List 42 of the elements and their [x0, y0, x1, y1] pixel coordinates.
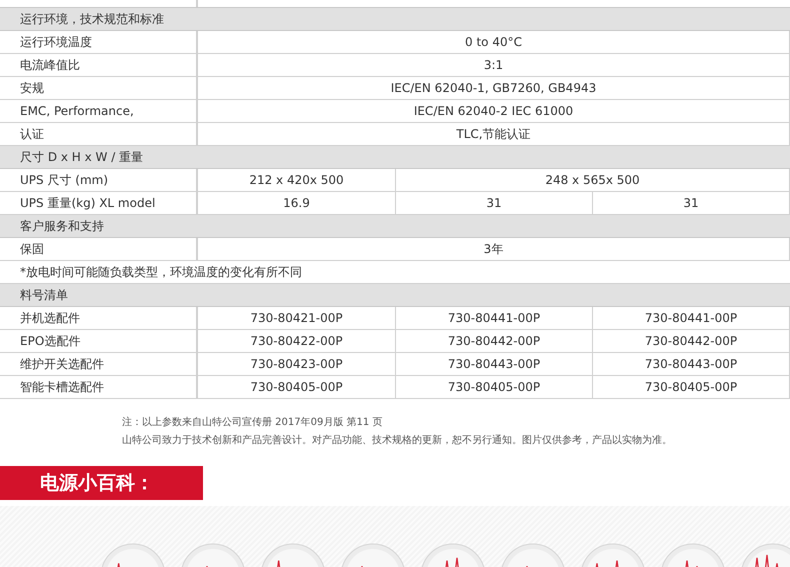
footnote-text: 山特公司致力于技术创新和产品完善设计。对产品功能、技术规格的更新，恕不另行通知。图片仅供参考，产品以实物为准。	[122, 434, 673, 448]
row-label: 维护开关选配件	[0, 353, 198, 376]
banner-title: 电源小百科：	[40, 470, 154, 496]
table-cell: 730-80442-00P	[396, 330, 593, 353]
table-cell: 0 to 40°C	[198, 31, 790, 54]
table-cell: 3年	[198, 238, 790, 261]
row-label: UPS 尺寸 (mm)	[0, 169, 198, 192]
table-cell: 31	[396, 192, 593, 215]
table-cell: IEC/EN 62040-2 IEC 61000	[198, 100, 790, 123]
row-label: 保固	[0, 238, 198, 261]
row-label: 认证	[0, 123, 198, 146]
table-cell: 730-80443-00P	[396, 353, 593, 376]
table-cell: 3:1	[198, 54, 790, 77]
section-header: 运行环境，技术规范和标准	[0, 8, 790, 31]
table-cell: 730-80423-00P	[198, 353, 396, 376]
table-cell: 730-80442-00P	[593, 330, 790, 353]
section-header: 客户服务和支持	[0, 215, 790, 238]
table-cell: 31	[593, 192, 790, 215]
table-cell: 212 x 420x 500	[198, 169, 396, 192]
section-header: 尺寸 D x H x W / 重量	[0, 146, 790, 169]
table-cell: 730-80405-00P	[396, 376, 593, 399]
row-label: UPS 重量(kg) XL model	[0, 192, 198, 215]
row-label: 并机选配件	[0, 307, 198, 330]
row-label: EPO选配件	[0, 330, 198, 353]
table-cell: 730-80441-00P	[396, 307, 593, 330]
row-label: EMC, Performance,	[0, 100, 198, 123]
table-cell: 248 x 565x 500	[396, 169, 790, 192]
table-cell: 730-80405-00P	[198, 376, 396, 399]
table-cell: TLC,节能认证	[198, 123, 790, 146]
table-cell: 16.9	[198, 192, 396, 215]
table-cell: 730-80443-00P	[593, 353, 790, 376]
footnote-text: 注：以上参数来自山特公司宣传册 2017年09月版 第11 页	[122, 416, 384, 430]
table-cell: 730-80405-00P	[593, 376, 790, 399]
row-label: 智能卡槽选配件	[0, 376, 198, 399]
table-cell: 730-80441-00P	[593, 307, 790, 330]
table-cell: 730-80421-00P	[198, 307, 396, 330]
section-header: 料号清单	[0, 284, 790, 307]
row-label: 运行环境温度	[0, 31, 198, 54]
row-label: 安规	[0, 77, 198, 100]
table-cell: IEC/EN 62040-1, GB7260, GB4943	[198, 77, 790, 100]
table-cell: 730-80422-00P	[198, 330, 396, 353]
row-label: 电流峰值比	[0, 54, 198, 77]
